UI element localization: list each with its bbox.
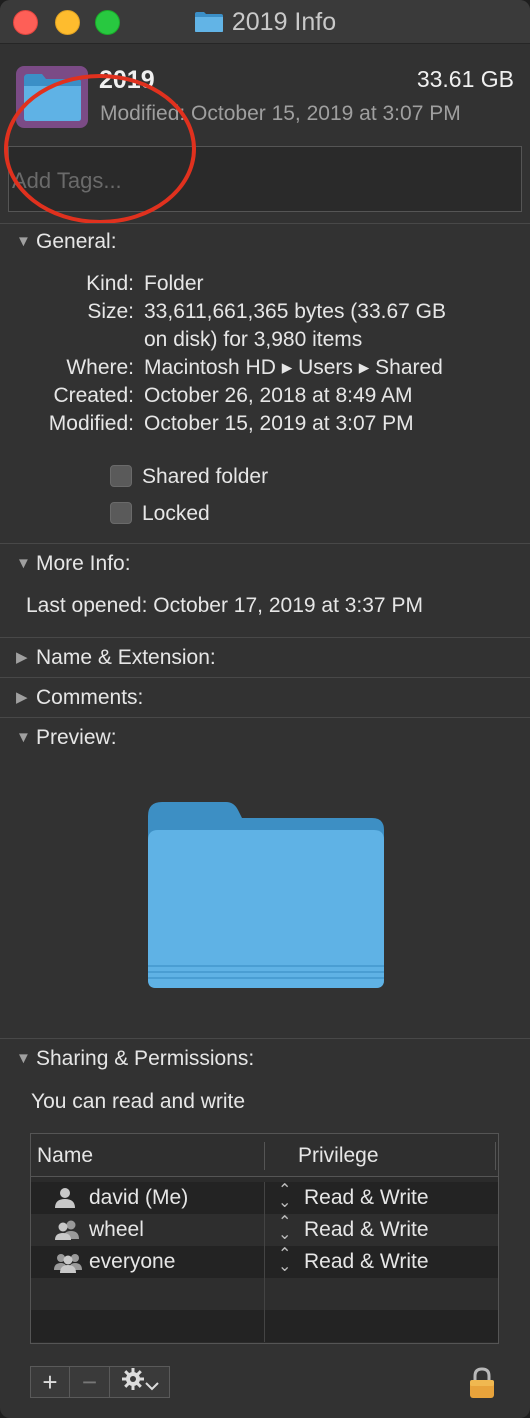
table-row-empty: [31, 1278, 498, 1310]
column-privilege[interactable]: Privilege: [298, 1144, 379, 1168]
disclosure-closed-icon: ▶: [16, 689, 28, 706]
divider: [0, 543, 530, 544]
user-name: wheel: [89, 1218, 144, 1241]
column-divider: [264, 1310, 265, 1342]
disclosure-open-icon: ▼: [16, 1050, 31, 1067]
divider: [0, 1038, 530, 1039]
disclosure-open-icon: ▼: [16, 555, 31, 572]
popup-arrows-icon[interactable]: ⌃ ⌄: [278, 1183, 291, 1211]
column-name[interactable]: Name: [37, 1144, 93, 1168]
section-title: Preview:: [36, 726, 117, 749]
everyone-icon: [53, 1251, 83, 1279]
column-divider: [264, 1182, 265, 1214]
folder-icon: [194, 11, 224, 40]
item-modified: Modified: October 15, 2019 at 3:07 PM: [100, 102, 461, 125]
comments-section-toggle[interactable]: ▶ Comments:: [16, 686, 143, 710]
last-opened: Last opened: October 17, 2019 at 3:37 PM: [26, 592, 423, 620]
sharing-section-toggle[interactable]: ▼ Sharing & Permissions:: [16, 1047, 254, 1071]
gear-icon: [121, 1367, 145, 1398]
label-kind: Kind:: [86, 272, 134, 295]
popup-arrows-icon[interactable]: ⌃ ⌄: [278, 1247, 291, 1275]
divider: [0, 677, 530, 678]
window-title-group: 2019 Info: [0, 8, 530, 40]
add-button[interactable]: +: [30, 1366, 70, 1398]
value-kind: Folder: [144, 272, 204, 295]
table-row[interactable]: wheel ⌃ ⌄ Read & Write: [31, 1214, 498, 1247]
title-bar[interactable]: 2019 Info: [0, 0, 530, 44]
name-extension-section-toggle[interactable]: ▶ Name & Extension:: [16, 646, 216, 670]
value-size-cont: on disk) for 3,980 items: [144, 328, 363, 351]
column-divider: [264, 1278, 265, 1310]
window-title: 2019 Info: [231, 8, 337, 36]
locked-checkbox[interactable]: Locked: [110, 502, 210, 526]
shared-folder-checkbox[interactable]: Shared folder: [110, 465, 268, 489]
value-where: Macintosh HD ▸ Users ▸ Shared: [144, 356, 443, 379]
tags-input[interactable]: [8, 146, 522, 212]
table-header: Name Privilege: [31, 1134, 498, 1177]
column-divider: [495, 1142, 496, 1170]
general-section-toggle[interactable]: ▼ General:: [16, 230, 117, 254]
section-title: More Info:: [36, 552, 131, 575]
permissions-table[interactable]: Name Privilege david (Me) ⌃ ⌄ Read & Writ…: [30, 1133, 499, 1344]
column-divider: [264, 1214, 265, 1246]
item-size: 33.61 GB: [416, 66, 514, 92]
action-menu-button[interactable]: [110, 1366, 170, 1398]
column-divider: [264, 1142, 265, 1170]
section-title: Sharing & Permissions:: [36, 1047, 255, 1070]
label-where: Where:: [66, 356, 134, 379]
disclosure-open-icon: ▼: [16, 233, 31, 250]
section-title: Comments:: [36, 686, 144, 709]
value-created: October 26, 2018 at 8:49 AM: [144, 384, 413, 407]
label-modified: Modified:: [48, 412, 134, 435]
info-window: 2019 Info 2019 33.61 GB Modified: Octobe…: [0, 0, 530, 1418]
disclosure-closed-icon: ▶: [16, 649, 28, 666]
info-header: 2019 33.61 GB Modified: October 15, 2019…: [0, 44, 530, 229]
privilege-popup[interactable]: Read & Write: [304, 1250, 429, 1274]
checkbox-label: Locked: [142, 502, 210, 525]
more-info-section-toggle[interactable]: ▼ More Info:: [16, 552, 131, 576]
item-name: 2019: [99, 66, 155, 94]
user-name: david (Me): [89, 1186, 189, 1209]
section-title: Name & Extension:: [36, 646, 216, 669]
divider: [0, 717, 530, 718]
remove-button[interactable]: −: [70, 1366, 110, 1398]
sharing-summary: You can read and write: [31, 1090, 246, 1113]
checkbox-label: Shared folder: [142, 465, 269, 488]
label-size: Size:: [87, 300, 134, 323]
value-modified: October 15, 2019 at 3:07 PM: [144, 412, 414, 435]
table-row[interactable]: everyone ⌃ ⌄ Read & Write: [31, 1246, 498, 1279]
disclosure-open-icon: ▼: [16, 729, 31, 746]
label-created: Created:: [53, 384, 134, 407]
popup-arrows-icon[interactable]: ⌃ ⌄: [278, 1215, 291, 1243]
lock-icon[interactable]: [468, 1367, 496, 1404]
permissions-toolbar: + −: [30, 1366, 170, 1398]
person-icon: [53, 1187, 77, 1215]
privilege-popup[interactable]: Read & Write: [304, 1186, 429, 1210]
chevron-down-icon: [144, 1367, 159, 1398]
column-divider: [264, 1246, 265, 1278]
preview-section-toggle[interactable]: ▼ Preview:: [16, 726, 117, 750]
last-opened-text: Last opened: October 17, 2019 at 3:37 PM: [26, 594, 423, 617]
divider: [0, 637, 530, 638]
user-name: everyone: [89, 1250, 176, 1273]
section-title: General:: [36, 230, 117, 253]
preview-folder-icon: [146, 800, 386, 995]
value-size: 33,611,661,365 bytes (33.67 GB: [144, 300, 446, 323]
privilege-popup[interactable]: Read & Write: [304, 1218, 429, 1242]
checkbox-box[interactable]: [110, 465, 132, 487]
table-row-empty: [31, 1310, 498, 1342]
checkbox-box[interactable]: [110, 502, 132, 524]
divider: [0, 223, 530, 224]
table-row[interactable]: david (Me) ⌃ ⌄ Read & Write: [31, 1182, 498, 1215]
folder-icon: [16, 66, 88, 133]
group-icon: [53, 1219, 81, 1247]
